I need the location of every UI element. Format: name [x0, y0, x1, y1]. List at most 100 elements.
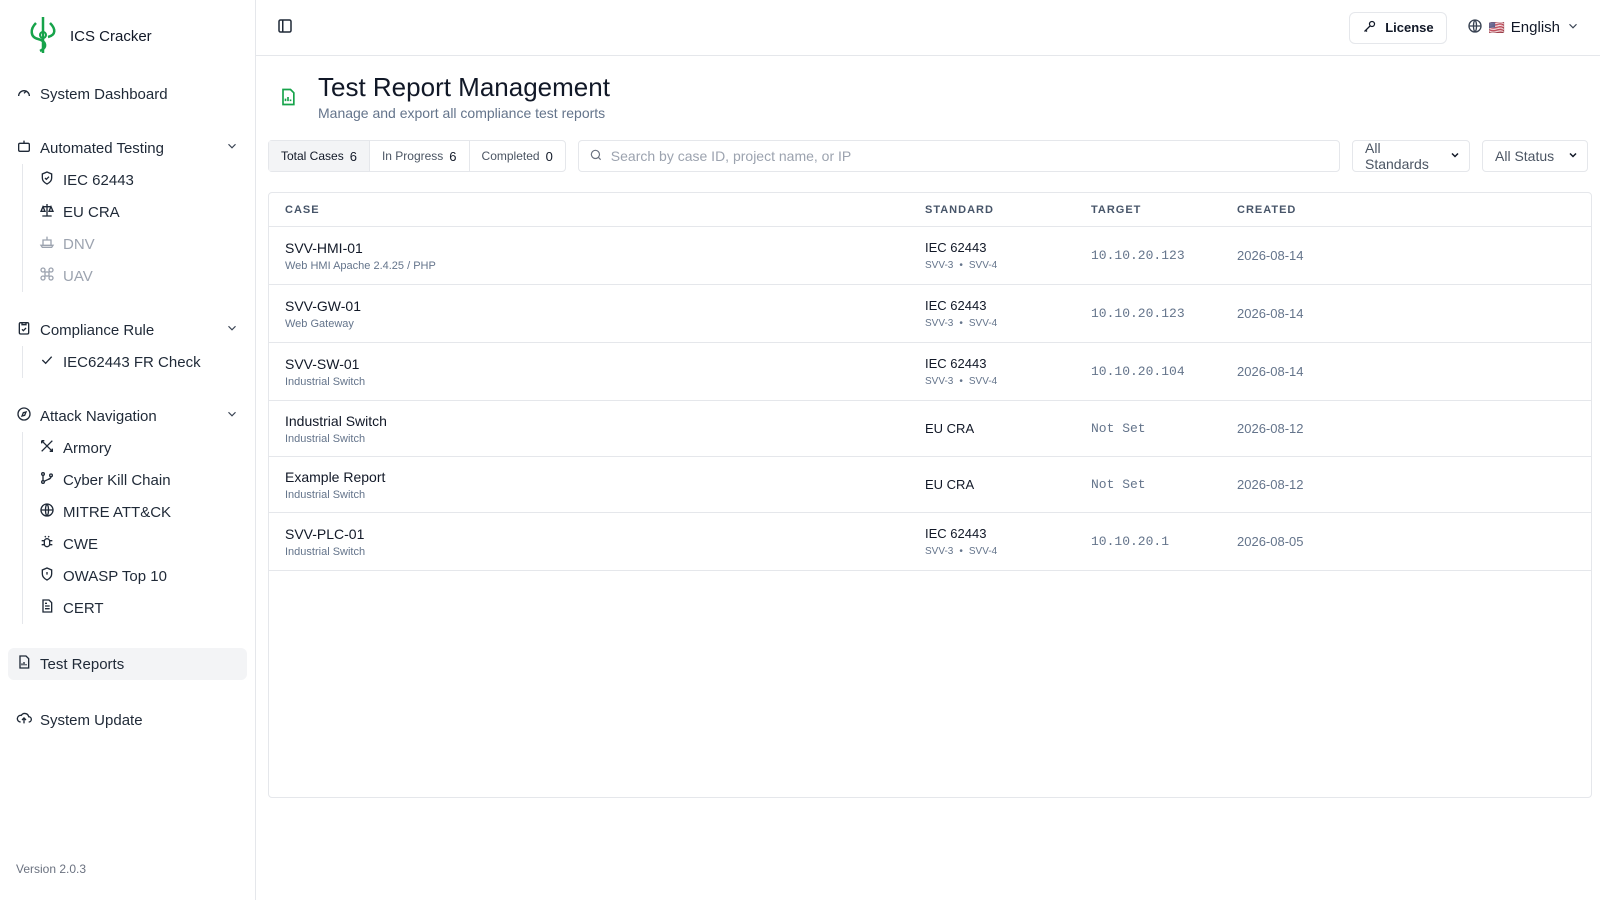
nav-group-attack-navigation[interactable]: Attack Navigation — [8, 400, 247, 432]
standard-name: IEC 62443 — [925, 356, 987, 371]
chevron-down-icon — [1567, 148, 1579, 164]
ship-icon — [39, 234, 55, 254]
table-header: CASE STANDARD TARGET CREATED — [269, 193, 1591, 227]
tag: SVV-3 — [925, 546, 954, 557]
table-row[interactable]: SVV-SW-01 Industrial Switch IEC 62443 SVV-… — [269, 343, 1591, 401]
search-input[interactable] — [610, 148, 1329, 164]
nav-group-label: Compliance Rule — [40, 321, 155, 339]
app-logo-icon — [28, 15, 58, 58]
nav-iec-62443[interactable]: IEC 62443 — [33, 164, 247, 196]
license-button[interactable]: License — [1349, 11, 1447, 44]
language-label: English — [1510, 19, 1560, 36]
nav-label: CWE — [63, 535, 98, 553]
tab-completed[interactable]: Completed 0 — [470, 141, 565, 171]
tag: SVV-3 — [925, 376, 954, 387]
drone-icon — [39, 266, 55, 286]
target-ip: Not Set — [1091, 421, 1146, 436]
table-row[interactable]: Example Report Industrial Switch EU CRA N… — [269, 457, 1591, 513]
nav-owasp-top-10[interactable]: OWASP Top 10 — [33, 560, 247, 592]
nav-label: Test Reports — [40, 655, 125, 673]
nav-cwe[interactable]: CWE — [33, 528, 247, 560]
standard-tags: SVV-3 • SVV-4 — [925, 260, 1091, 271]
page-subtitle: Manage and export all compliance test re… — [318, 105, 606, 121]
case-id: SVV-SW-01 — [285, 355, 360, 372]
col-created[interactable]: CREATED — [1237, 204, 1591, 216]
nav-dnv[interactable]: DNV — [33, 228, 247, 260]
col-target[interactable]: TARGET — [1091, 204, 1237, 216]
key-icon — [1362, 19, 1377, 37]
globe-icon — [39, 502, 55, 522]
nav-label: Cyber Kill Chain — [63, 471, 171, 489]
col-case[interactable]: CASE — [269, 204, 925, 216]
tab-in-progress[interactable]: In Progress 6 — [370, 141, 470, 171]
search-box — [577, 140, 1340, 172]
nav-label: EU CRA — [63, 203, 120, 221]
nav-label: DNV — [63, 235, 95, 253]
created-date: 2026-08-14 — [1237, 306, 1304, 321]
target-ip: 10.10.20.1 — [1091, 534, 1170, 549]
standard-name: IEC 62443 — [925, 240, 987, 255]
file-chart-icon — [16, 654, 32, 674]
tab-label: Total Cases — [281, 149, 344, 163]
case-id: SVV-PLC-01 — [285, 525, 365, 542]
app-name: ICS Cracker — [70, 27, 152, 45]
nav-iec62443-fr-check[interactable]: IEC62443 FR Check — [33, 346, 247, 378]
standard-name: EU CRA — [925, 477, 975, 492]
language-selector[interactable]: 🇺🇸 English — [1467, 18, 1580, 38]
table-row[interactable]: SVV-GW-01 Web Gateway IEC 62443 SVV-3 • SVV-… — [269, 285, 1591, 343]
search-icon — [589, 148, 603, 165]
nav-armory[interactable]: Armory — [33, 432, 247, 464]
nav-system-dashboard[interactable]: System Dashboard — [8, 78, 247, 110]
bug-icon — [39, 534, 55, 554]
sidebar: ICS Cracker System Dashboard Automated T… — [0, 0, 256, 900]
license-label: License — [1385, 20, 1434, 35]
nav-label: UAV — [63, 267, 93, 285]
robot-icon — [16, 138, 32, 158]
nav-group-automated-testing[interactable]: Automated Testing — [8, 132, 247, 164]
nav-cyber-kill-chain[interactable]: Cyber Kill Chain — [33, 464, 247, 496]
nav-uav[interactable]: UAV — [33, 260, 247, 292]
case-desc: Web Gateway — [285, 317, 354, 330]
nav-mitre-attack[interactable]: MITRE ATT&CK — [33, 496, 247, 528]
automated-testing-list: IEC 62443 EU CRA DNV UAV — [22, 164, 247, 292]
nav-group-label: Automated Testing — [40, 139, 164, 157]
case-desc: Industrial Switch — [285, 545, 366, 558]
main-content: License 🇺🇸 English Test Report Managemen… — [256, 0, 1600, 900]
target-ip: 10.10.20.123 — [1091, 248, 1185, 263]
cloud-upload-icon — [16, 710, 32, 730]
sidebar-toggle-icon[interactable] — [276, 17, 294, 38]
standards-select[interactable]: All Standards — [1352, 140, 1470, 172]
tab-count: 0 — [545, 148, 553, 164]
table-row[interactable]: Industrial Switch Industrial Switch EU CR… — [269, 401, 1591, 457]
filter-bar: Total Cases 6 In Progress 6 Completed 0 … — [256, 140, 1600, 172]
table-row[interactable]: SVV-HMI-01 Web HMI Apache 2.4.25 / PHP IE… — [269, 227, 1591, 285]
nav-test-reports[interactable]: Test Reports — [8, 648, 247, 680]
nav-group-label: Attack Navigation — [40, 407, 157, 425]
page-title: Test Report Management — [318, 72, 610, 102]
nav-system-update[interactable]: System Update — [8, 704, 247, 736]
tag: SVV-4 — [968, 376, 998, 387]
target-ip: Not Set — [1091, 477, 1146, 492]
chevron-down-icon — [1449, 148, 1461, 164]
standard-name: IEC 62443 — [925, 298, 987, 313]
nav-eu-cra[interactable]: EU CRA — [33, 196, 247, 228]
status-select[interactable]: All Status — [1482, 140, 1588, 172]
tab-count: 6 — [349, 148, 357, 164]
tab-total-cases[interactable]: Total Cases 6 — [269, 141, 370, 171]
case-id: SVV-HMI-01 — [285, 239, 363, 256]
table-row[interactable]: SVV-PLC-01 Industrial Switch IEC 62443 SVV… — [269, 513, 1591, 571]
scale-icon — [39, 202, 55, 222]
case-id: Industrial Switch — [285, 412, 387, 429]
case-desc: Industrial Switch — [285, 375, 366, 388]
tag: SVV-4 — [968, 318, 998, 329]
nav-cert[interactable]: CERT — [33, 592, 247, 624]
globe-icon — [1467, 18, 1483, 38]
tag-separator: • — [959, 376, 963, 387]
nav-label: Armory — [63, 439, 112, 457]
col-standard[interactable]: STANDARD — [925, 204, 1091, 216]
chevron-down-icon — [1566, 19, 1580, 37]
nav-group-compliance-rule[interactable]: Compliance Rule — [8, 314, 247, 346]
brand[interactable]: ICS Cracker — [8, 0, 247, 72]
standard-tags: SVV-3 • SVV-4 — [925, 318, 1091, 329]
nav-label: IEC 62443 — [63, 171, 134, 189]
